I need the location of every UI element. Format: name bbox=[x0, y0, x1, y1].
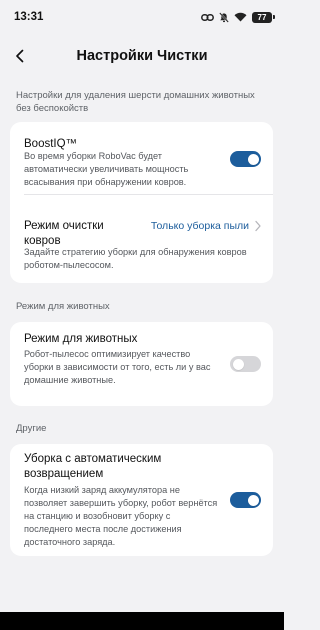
divider bbox=[24, 194, 273, 195]
pet-mode-card: Режим для животных Робот-пылесос оптимиз… bbox=[10, 322, 273, 406]
mute-icon bbox=[219, 11, 229, 23]
carpet-mode-title: Режим очистки ковров bbox=[24, 220, 104, 247]
pet-mode-description: Робот-пылесос оптимизирует качество убор… bbox=[24, 349, 211, 385]
cleaning-settings-card: BoostIQ™ Во время уборки RoboVac будет а… bbox=[10, 122, 273, 283]
section-caption-other: Другие bbox=[16, 423, 47, 434]
carpet-mode-description: Задайте стратегию уборки для обнаружения… bbox=[24, 247, 247, 270]
pet-mode-title: Режим для животных bbox=[24, 333, 138, 345]
auto-return-card: Уборка с автоматическим возвращением Ког… bbox=[10, 444, 273, 556]
status-icons: 77 bbox=[201, 9, 275, 25]
carpet-mode-value[interactable]: Только уборка пыли bbox=[151, 220, 249, 232]
auto-return-title: Уборка с автоматическим возвращением bbox=[24, 453, 162, 480]
section-caption-pet-hair: Настройки для удаления шерсти домашних ж… bbox=[16, 90, 255, 114]
auto-return-description: Когда низкий заряд аккумулятора не позво… bbox=[24, 485, 218, 547]
link-icon bbox=[201, 13, 214, 22]
pet-mode-toggle[interactable] bbox=[230, 356, 261, 372]
status-time: 13:31 bbox=[14, 11, 44, 23]
system-navigation-area bbox=[0, 612, 284, 630]
toggle-knob bbox=[247, 494, 259, 506]
boostiq-description: Во время уборки RoboVac будет автоматиче… bbox=[24, 151, 189, 187]
wifi-icon bbox=[234, 12, 247, 22]
section-caption-pet-mode: Режим для животных bbox=[16, 301, 110, 312]
chevron-right-icon[interactable] bbox=[254, 220, 262, 232]
toggle-knob bbox=[232, 358, 244, 370]
toggle-knob bbox=[247, 153, 259, 165]
auto-return-toggle[interactable] bbox=[230, 492, 261, 508]
boostiq-toggle[interactable] bbox=[230, 151, 261, 167]
status-bar: 13:31 77 bbox=[0, 0, 284, 34]
nav-bar: Настройки Чистки bbox=[0, 38, 284, 74]
battery-icon: 77 bbox=[252, 11, 275, 23]
page-title: Настройки Чистки bbox=[76, 48, 208, 64]
